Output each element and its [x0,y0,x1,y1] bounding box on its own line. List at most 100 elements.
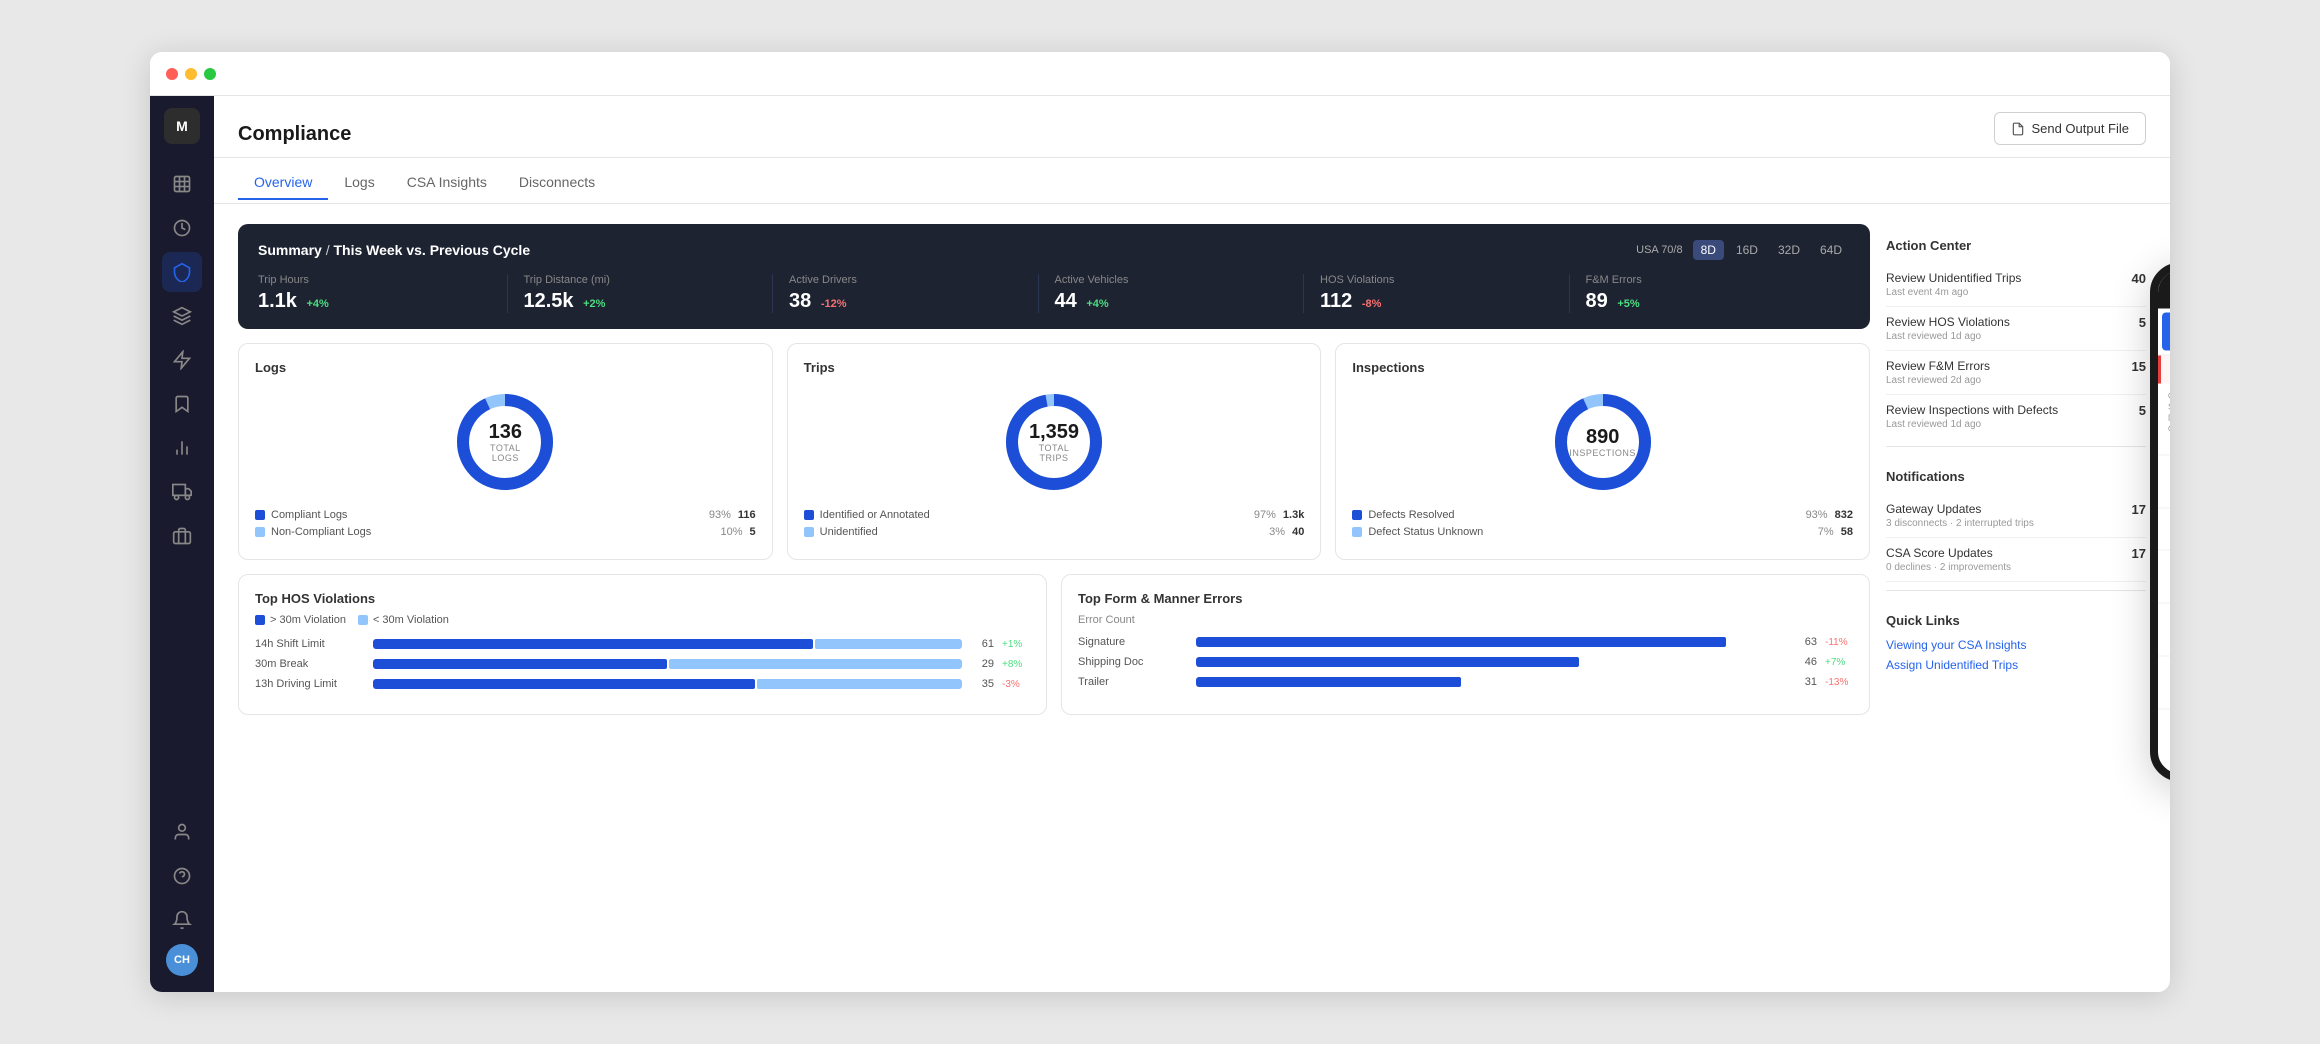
notif-item-csa[interactable]: CSA Score Updates 0 declines · 2 improve… [1886,538,2146,582]
tab-logs[interactable]: Logs [328,166,390,200]
notification-items: Gateway Updates 3 disconnects · 2 interr… [1886,494,2146,582]
quick-link-unidentified[interactable]: Assign Unidentified Trips [1886,658,2146,672]
metric-active-vehicles: Active Vehicles 44 +4% [1055,274,1305,313]
bar-row-shipping: Shipping Doc 46 +7% [1078,656,1853,668]
sidebar-item-map[interactable] [162,164,202,204]
legend-dot [1352,510,1362,520]
tab-csa[interactable]: CSA Insights [391,166,503,200]
avatar[interactable]: CH [166,944,198,976]
metric-trip-distance: Trip Distance (mi) 12.5k +2% [524,274,774,313]
log-entry-4[interactable]: OFF 11:32 am Shepherd, TX Break 1h 40m [2158,657,2170,710]
sidebar-logo[interactable]: M [164,108,200,144]
sidebar-item-truck[interactable] [162,472,202,512]
inspections-donut-wrap: 890 INSPECTIONS [1548,387,1658,497]
tabs: Overview Logs CSA Insights Disconnects [214,166,2170,199]
summary-title: Summary / This Week vs. Previous Cycle [258,242,530,258]
inspections-legend: Defects Resolved 93% 832 [1352,509,1853,543]
violations-row: Top HOS Violations > 30m Violation < 30m… [238,574,1870,715]
inspections-donut: 890 INSPECTIONS Defects Resolved [1352,387,1853,543]
sidebar-item-layers[interactable] [162,296,202,336]
hos-row-d: D [2168,414,2170,423]
bar-row-30m: 30m Break 29 +8% [255,658,1030,670]
action-center-items: Review Unidentified Trips Last event 4m … [1886,263,2146,438]
alert-banner: ▲ 3 HOS, 2 Form & Manner [2158,356,2170,384]
legend-item: Identified or Annotated 97% 1.3k [804,509,1305,521]
logs-chart-card: Logs 136 TOTAL LOGS [238,343,773,560]
notifications-title: Notifications [1886,469,2146,484]
log-entry-2[interactable]: OFF 9:28 am Shepherd, TX Post trip inspe… [2158,551,2170,604]
legend-dot [804,510,814,520]
hos-chart-area: OFF SB D [2158,384,2170,456]
log-entry-3[interactable]: ON 9:36 am Hope, AR Onsite 1h 56m [2158,604,2170,657]
tab-overview[interactable]: Overview [238,166,328,200]
hos-subtitle: USA Property 70 Hour / 8 Day [2168,434,2170,447]
sidebar-item-bookmark[interactable] [162,384,202,424]
close-button[interactable] [166,68,178,80]
sidebar-item-bolt[interactable] [162,340,202,380]
trips-chart-title: Trips [804,360,1305,375]
trips-donut-wrap: 1,359 TOTAL TRIPS [999,387,1109,497]
logs-chart-title: Logs [255,360,756,375]
bar-row-13h: 13h Driving Limit 35 -3% [255,678,1030,690]
log-entry-1[interactable]: DR 6:32 am Beebe, AR 2h 54m [2158,509,2170,551]
date-today[interactable]: TODAY JAN 6 [2162,313,2170,351]
tab-disconnects[interactable]: Disconnects [503,166,611,200]
titlebar [150,52,2170,96]
page-header: Compliance Send Output File [214,96,2170,158]
action-item-hos[interactable]: Review HOS Violations Last reviewed 1d a… [1886,307,2146,351]
action-item-unidentified[interactable]: Review Unidentified Trips Last event 4m … [1886,263,2146,307]
trips-donut: 1,359 TOTAL TRIPS Identified or Annotate… [804,387,1305,543]
send-output-label: Send Output File [2031,121,2129,136]
legend-item: Defect Status Unknown 7% 58 [1352,526,1853,538]
sidebar-item-chart[interactable] [162,428,202,468]
hos-violations-card: Top HOS Violations > 30m Violation < 30m… [238,574,1047,715]
content-area: Summary / This Week vs. Previous Cycle U… [214,208,2170,992]
bar-row-trailer: Trailer 31 -13% [1078,676,1853,688]
send-output-button[interactable]: Send Output File [1994,112,2146,145]
summary-card: Summary / This Week vs. Previous Cycle U… [238,224,1870,329]
bar-fill [1196,677,1461,687]
quick-link-csa[interactable]: Viewing your CSA Insights [1886,638,2146,652]
bar-major [373,679,755,689]
sidebar-item-shield[interactable] [162,252,202,292]
bar-track [1196,677,1785,687]
bar-track [373,659,962,669]
legend-item: Defects Resolved 93% 832 [1352,509,1853,521]
log-entry-0[interactable]: SB 12:00 am Beebe, AR 10 hour break 6h 3… [2158,456,2170,509]
legend-item: Compliant Logs 93% 116 [255,509,756,521]
legend-dot [1352,527,1362,537]
log-entry-5[interactable]: DR 1:12 pm Shepherd, TX Long Drive Excee… [2158,710,2170,774]
logs-donut-wrap: 136 TOTAL LOGS [450,387,560,497]
cycle-32d[interactable]: 32D [1770,240,1808,260]
trips-chart-card: Trips 1,359 TOTAL TRIPS [787,343,1322,560]
sidebar-item-briefcase[interactable] [162,516,202,556]
cycle-64d[interactable]: 64D [1812,240,1850,260]
bar-track [373,639,962,649]
bar-row-signature: Signature 63 -11% [1078,636,1853,648]
legend-item: Unidentified 3% 40 [804,526,1305,538]
left-panel: Summary / This Week vs. Previous Cycle U… [238,224,1870,976]
metric-hos-violations: HOS Violations 112 -8% [1320,274,1570,313]
metric-active-drivers: Active Drivers 38 -12% [789,274,1039,313]
sidebar-item-bell[interactable] [162,900,202,940]
sidebar-item-user[interactable] [162,812,202,852]
maximize-button[interactable] [204,68,216,80]
sidebar-item-clock[interactable] [162,208,202,248]
action-item-inspections[interactable]: Review Inspections with Defects Last rev… [1886,395,2146,438]
logs-donut-center: 136 TOTAL LOGS [478,421,533,463]
summary-metrics: Trip Hours 1.1k +4% Trip Distance (mi) 1… [258,274,1850,313]
minimize-button[interactable] [185,68,197,80]
cycle-8d[interactable]: 8D [1693,240,1724,260]
logs-donut: 136 TOTAL LOGS Compliant Logs [255,387,756,543]
bar-track [373,679,962,689]
sidebar-item-question[interactable] [162,856,202,896]
legend-dot [804,527,814,537]
notif-item-gateway[interactable]: Gateway Updates 3 disconnects · 2 interr… [1886,494,2146,538]
traffic-lights [166,68,216,80]
bar-fill [1196,637,1726,647]
legend-under30: < 30m Violation [358,614,449,626]
bar-track [1196,637,1785,647]
action-item-fm[interactable]: Review F&M Errors Last reviewed 2d ago 1… [1886,351,2146,395]
cycle-16d[interactable]: 16D [1728,240,1766,260]
hos-row-on: ON [2168,425,2170,434]
